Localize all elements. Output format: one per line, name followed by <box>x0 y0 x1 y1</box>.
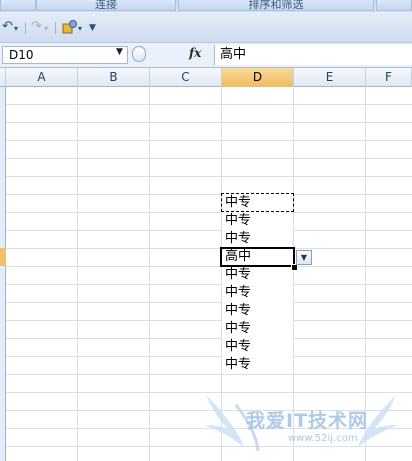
active-cell-border <box>220 247 295 267</box>
cell-d-10[interactable]: 中专 <box>222 356 293 373</box>
cell-d-5[interactable]: 中专 <box>222 266 293 283</box>
ribbon-group-right[interactable] <box>376 0 412 11</box>
undo-icon[interactable]: ↶ <box>2 19 13 34</box>
qat-separator <box>25 22 26 34</box>
watermark-url: www.52ij.com <box>288 433 358 444</box>
redo-icon[interactable]: ↷ <box>31 19 42 34</box>
ribbon-group-connections[interactable]: 连接 <box>36 0 176 11</box>
ribbon-group-sort-filter[interactable]: 排序和筛选 <box>178 0 374 11</box>
column-header-b[interactable]: B <box>78 68 150 87</box>
name-box[interactable]: D10 <box>2 46 128 64</box>
macro-dropdown-icon[interactable]: ▾ <box>78 24 82 33</box>
formula-bar: D10 ▼ fx 高中 <box>0 43 412 68</box>
autofill-options-button[interactable]: ▼ <box>296 250 312 265</box>
column-header-bar: A B C D E F <box>0 68 412 87</box>
column-header-e[interactable]: E <box>294 68 366 87</box>
cell-d-3[interactable]: 中专 <box>222 230 293 247</box>
ribbon-group-strip: 连接 排序和筛选 <box>0 0 412 12</box>
formula-bar-expand-handle[interactable] <box>132 46 146 62</box>
ribbon-group-left[interactable] <box>0 0 36 11</box>
cell-d-7[interactable]: 中专 <box>222 302 293 319</box>
name-box-dropdown-icon[interactable]: ▼ <box>116 47 123 57</box>
fill-handle[interactable] <box>291 264 298 271</box>
customize-qat-icon[interactable]: ▼ <box>89 23 96 33</box>
column-header-c[interactable]: C <box>150 68 222 87</box>
copy-marquee <box>221 193 294 212</box>
insert-function-button[interactable]: fx <box>189 46 201 60</box>
column-header-f[interactable]: F <box>366 68 412 87</box>
qat-separator <box>55 22 56 34</box>
formula-input[interactable]: 高中 <box>214 45 412 65</box>
cell-d-8[interactable]: 中专 <box>222 320 293 337</box>
undo-dropdown-icon[interactable]: ▾ <box>14 24 18 33</box>
cell-d-2[interactable]: 中专 <box>222 212 293 229</box>
watermark-text: 我爱IT技术网 <box>246 410 369 432</box>
cell-d-6[interactable]: 中专 <box>222 284 293 301</box>
quick-access-toolbar: ↶ ▾ ↷ ▾ ▾ ▼ <box>0 12 412 43</box>
cell-d-9[interactable]: 中专 <box>222 338 293 355</box>
redo-dropdown-icon[interactable]: ▾ <box>44 24 48 33</box>
column-header-a[interactable]: A <box>6 68 78 87</box>
column-header-d[interactable]: D <box>222 68 294 87</box>
macro-icon[interactable] <box>62 19 78 39</box>
